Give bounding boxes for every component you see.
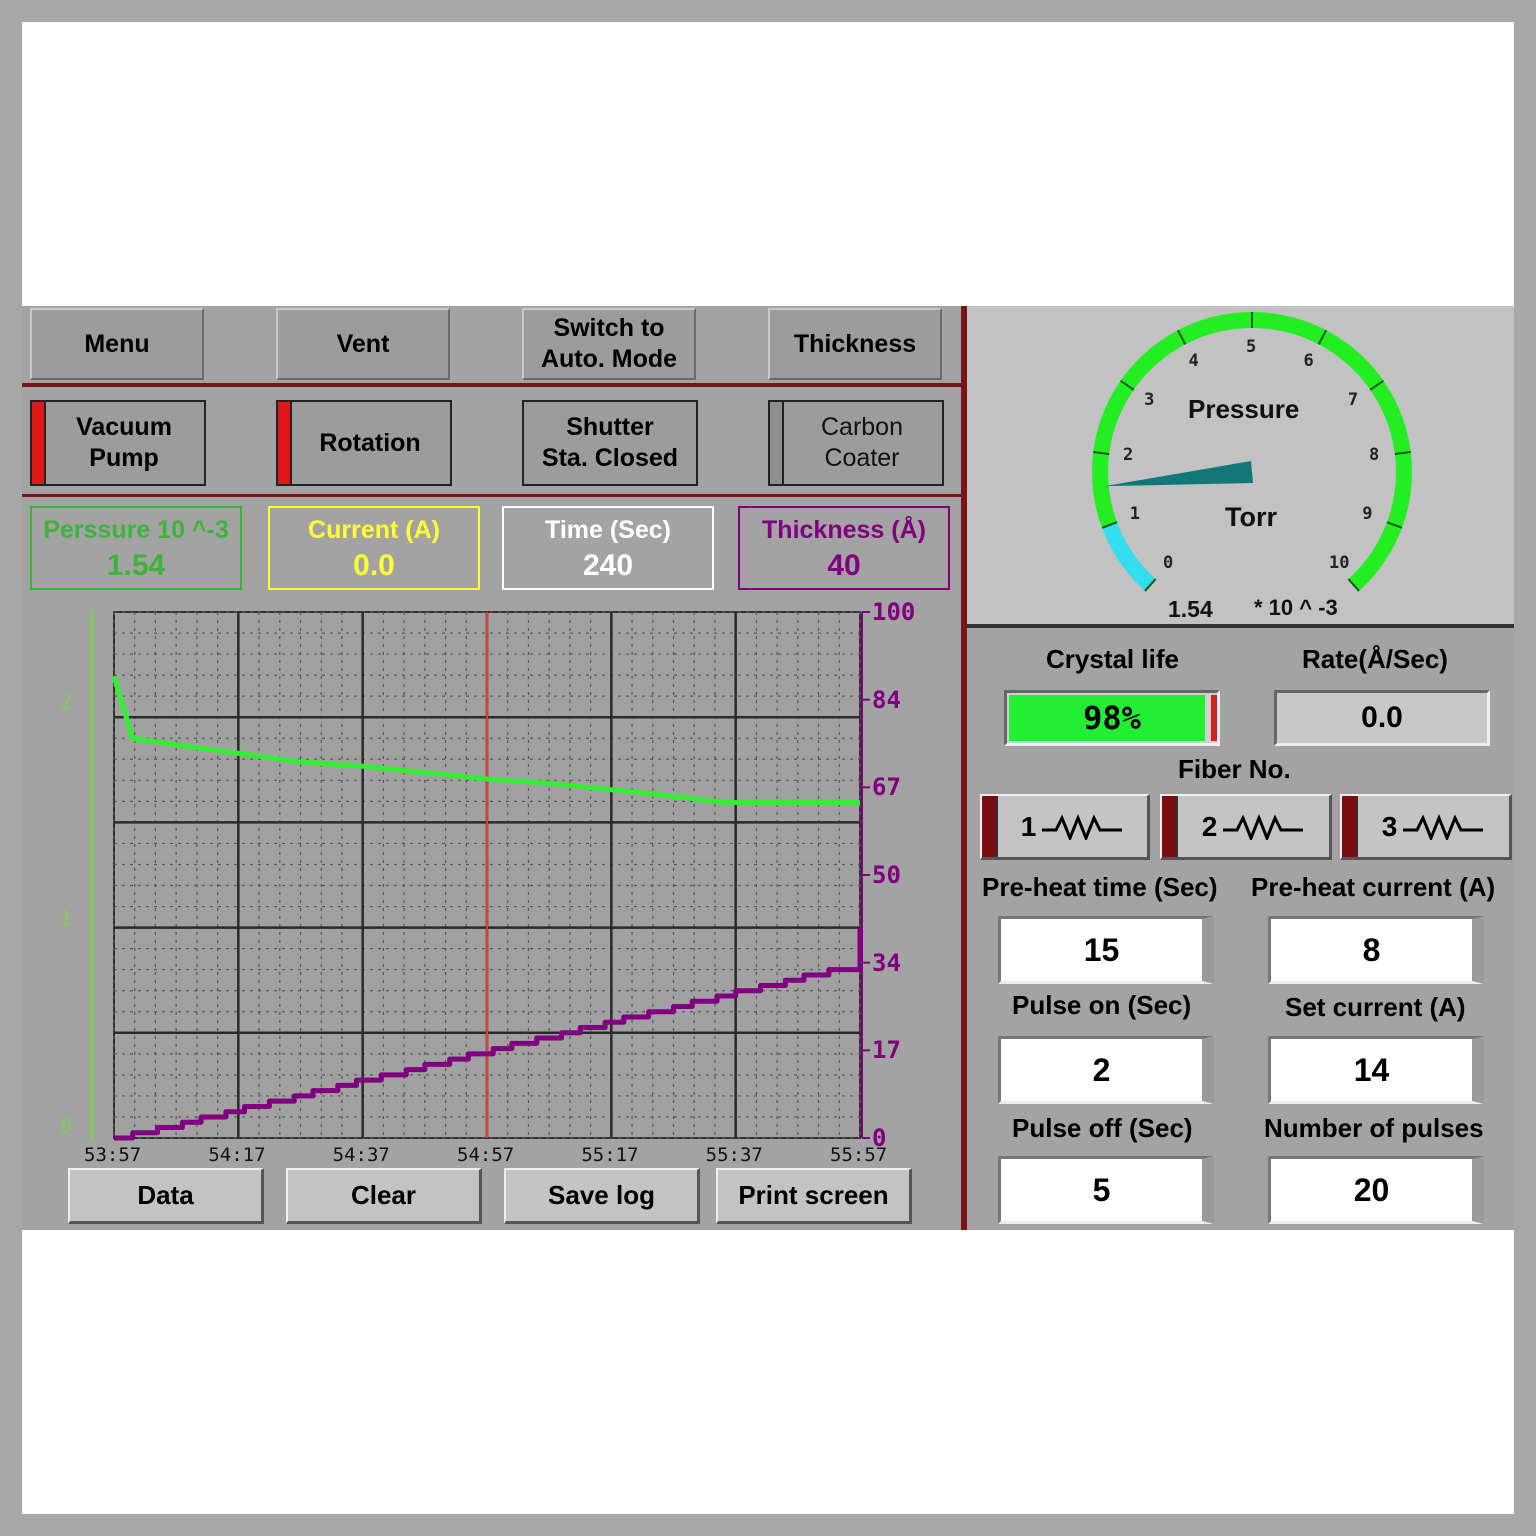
preheat-current-input[interactable]: 8 (1268, 916, 1484, 984)
clear-button[interactable]: Clear (286, 1168, 482, 1224)
x-axis-tick-label: 55:57 (830, 1144, 888, 1166)
gauge-panel-border (967, 624, 1514, 628)
fiber-2-lamp (1162, 796, 1178, 857)
fiber-1-label: 1 (1020, 810, 1037, 842)
gauge-scale-number: 6 (1303, 351, 1314, 372)
x-axis-tick-label: 54:37 (332, 1144, 390, 1166)
preheat-time-input[interactable]: 15 (998, 916, 1214, 984)
rate-value: 0.0 (1274, 690, 1490, 746)
pulse-on-input[interactable]: 2 (998, 1036, 1214, 1104)
right-axis-tick-label: 34 (872, 948, 901, 977)
rate-label: Rate(Å/Sec) (1302, 644, 1448, 674)
coater-control-panel: Menu Vent Switch to Auto. Mode Thickness… (22, 306, 1514, 1230)
x-axis-tick-label: 55:17 (581, 1144, 639, 1166)
gauge-scale-number: 7 (1347, 390, 1359, 411)
left-axis-tick-label: 0 (60, 1114, 73, 1138)
fiber-label: Fiber No. (1178, 754, 1291, 784)
num-pulses-label: Number of pulses (1264, 1113, 1484, 1143)
resistor-icon (1403, 813, 1484, 840)
gauge-title: Pressure (1188, 394, 1300, 424)
fiber-1-button[interactable]: 1 (980, 794, 1150, 860)
right-axis-tick-label: 50 (872, 861, 901, 889)
gauge-value-readout: 1.54 (1168, 596, 1213, 622)
gauge-main-band (1092, 312, 1412, 591)
x-axis-tick-label: 55:37 (705, 1144, 763, 1166)
gauge-scale-number: 5 (1246, 337, 1257, 357)
gauge-scale-number: 9 (1362, 504, 1373, 525)
right-axis-tick-label: 67 (872, 773, 901, 802)
trend-chart (90, 610, 870, 1141)
fiber-2-button[interactable]: 2 (1160, 794, 1332, 860)
pulse-off-label: Pulse off (Sec) (1012, 1113, 1193, 1143)
fiber-3-lamp (1342, 796, 1358, 857)
set-current-label: Set current (A) (1285, 992, 1466, 1022)
right-axis-tick-label: 17 (872, 1036, 901, 1065)
x-axis-tick-label: 54:57 (457, 1144, 515, 1166)
data-button[interactable]: Data (68, 1168, 264, 1224)
resistor-icon (1042, 813, 1123, 840)
right-axis-tick-label: 100 (872, 598, 916, 626)
gauge-scale-number: 3 (1144, 390, 1155, 411)
gauge-scale-number: 1 (1129, 504, 1141, 525)
x-axis-tick-label: 54:17 (208, 1144, 266, 1166)
pulse-off-input[interactable]: 5 (998, 1156, 1214, 1224)
fiber-2-label: 2 (1201, 810, 1218, 842)
crystal-life-bar: 98% (1004, 690, 1220, 746)
right-axis-tick-label: 84 (872, 685, 901, 714)
fiber-3-label: 3 (1381, 810, 1398, 842)
gauge-scale-number: 0 (1163, 553, 1174, 574)
crystal-life-text: 98% (1083, 699, 1141, 737)
x-axis-tick-label: 53:57 (84, 1144, 142, 1166)
gauge-low-band (1102, 522, 1156, 591)
gauge-scale-number: 10 (1328, 553, 1350, 574)
pressure-gauge (1092, 312, 1412, 592)
gauge-exponent: * 10 ^ -3 (1254, 595, 1338, 620)
gauge-unit: Torr (1225, 502, 1277, 532)
save-log-button[interactable]: Save log (504, 1168, 700, 1224)
fiber-1-lamp (982, 796, 998, 857)
fiber-3-button[interactable]: 3 (1340, 794, 1512, 860)
crystal-life-label: Crystal life (1046, 644, 1179, 674)
print-screen-button[interactable]: Print screen (716, 1168, 912, 1224)
pulse-on-label: Pulse on (Sec) (1012, 990, 1192, 1020)
gauge-scale-number: 4 (1188, 351, 1199, 372)
left-axis-tick-label: 1 (60, 906, 73, 930)
resistor-icon (1223, 813, 1304, 840)
num-pulses-input[interactable]: 20 (1268, 1156, 1484, 1224)
set-current-input[interactable]: 14 (1268, 1036, 1484, 1104)
preheat-time-label: Pre-heat time (Sec) (982, 872, 1218, 902)
preheat-current-label: Pre-heat current (A) (1251, 872, 1496, 902)
gauge-scale-number: 2 (1122, 445, 1134, 466)
left-axis-tick-label: 2 (60, 690, 73, 714)
gauge-scale-number: 8 (1369, 445, 1380, 466)
